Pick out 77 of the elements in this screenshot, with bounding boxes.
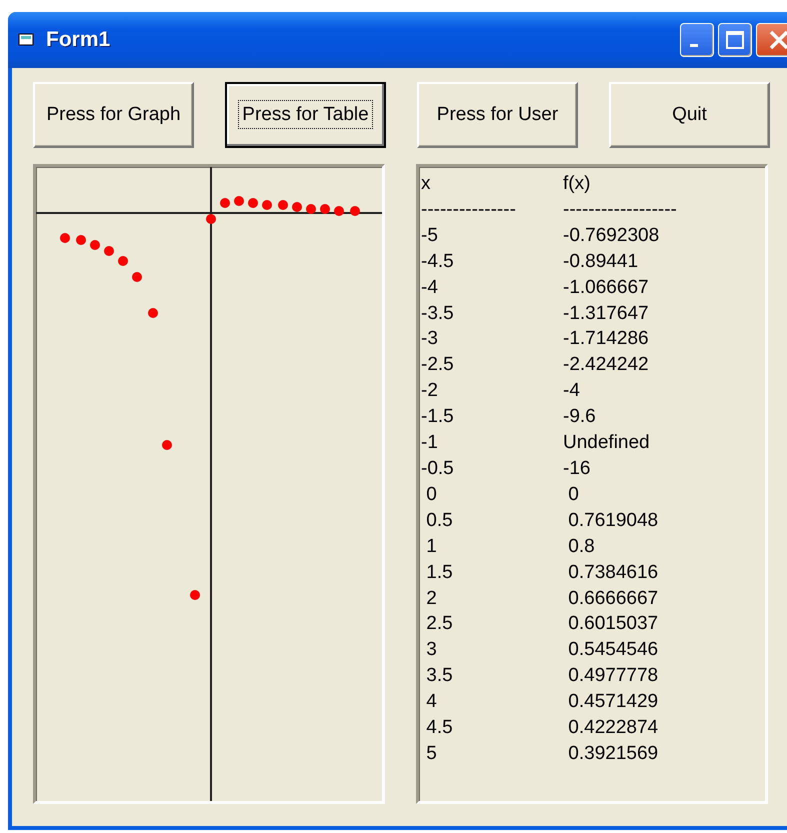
close-icon <box>767 28 787 52</box>
table-cell-text: 4.5 <box>425 716 454 740</box>
table-cell-text: 0.7384616 <box>567 560 658 585</box>
dashed-separator: --------------- <box>421 198 517 222</box>
maximize-button[interactable] <box>718 23 752 57</box>
data-point <box>148 308 158 318</box>
data-point <box>162 440 172 450</box>
table-cell-text: -0.89441 <box>563 250 638 274</box>
dashed-separator: ------------------ <box>563 198 677 222</box>
data-point <box>118 256 128 266</box>
column-header: f(x) <box>563 172 590 196</box>
table-cell-text: -5 <box>421 224 439 248</box>
data-point <box>306 204 316 214</box>
data-point <box>76 235 86 245</box>
data-point <box>292 202 302 212</box>
table-cell-text: 0.6015037 <box>567 612 658 636</box>
data-point <box>90 240 100 250</box>
data-point <box>104 246 114 256</box>
data-point <box>132 272 142 282</box>
form-icon <box>18 32 36 48</box>
table-cell-text: -1 <box>421 431 439 456</box>
table-cell-text: 0.4571429 <box>567 690 658 714</box>
table-cell-text: -16 <box>563 456 590 481</box>
table-cell-text: -1.317647 <box>563 302 649 326</box>
table-cell-text: -2.5 <box>421 353 455 378</box>
data-point <box>234 196 244 206</box>
table-cell-text: 0.4222874 <box>567 716 658 740</box>
data-point <box>320 204 330 214</box>
table-cell-text: -2.424242 <box>563 353 649 378</box>
table-cell-text: 0.8 <box>567 534 595 559</box>
command-button[interactable]: Press for User <box>417 82 578 148</box>
data-point <box>220 198 230 208</box>
table-cell-text: 0.5 <box>425 508 454 533</box>
table-cell-text: 3.5 <box>425 664 454 688</box>
table-cell-text: -1.5 <box>421 405 455 430</box>
table-cell-text: 0.6666667 <box>567 586 658 610</box>
maximize-icon <box>725 30 745 50</box>
table-cell-text: -3.5 <box>421 302 455 326</box>
data-point <box>334 206 344 216</box>
table-cell-text: 3 <box>425 638 438 662</box>
command-button[interactable]: Press for Graph <box>33 82 194 148</box>
table-cell-text: 1.5 <box>425 560 454 585</box>
table-cell-text: -1.066667 <box>563 276 649 300</box>
table-cell-text: Undefined <box>563 431 650 456</box>
data-point <box>262 200 272 210</box>
command-button[interactable]: Press for Table <box>225 82 386 148</box>
table-cell-text: -3 <box>421 327 439 352</box>
table-cell-text: 2 <box>425 586 438 610</box>
table-cell-text: 0.7619048 <box>567 508 658 533</box>
command-button[interactable]: Quit <box>609 82 770 148</box>
data-point <box>248 198 258 208</box>
table-cell-text: 0.5454546 <box>567 638 658 662</box>
table-cell-text: 0.3921569 <box>567 742 658 766</box>
table-cell-text: -1.714286 <box>563 327 649 352</box>
window-title: Form1 <box>46 28 112 52</box>
data-point <box>190 590 200 600</box>
table-cell-text: 4 <box>425 690 438 714</box>
table-cell-text: 2.5 <box>425 612 454 636</box>
table-cell-text: -4 <box>563 379 580 404</box>
data-point <box>350 206 360 216</box>
table-cell-text: -4.5 <box>421 250 455 274</box>
table-cell-text: 0.4977778 <box>567 664 658 688</box>
table-cell-text: -0.7692308 <box>563 224 660 248</box>
data-point <box>278 200 288 210</box>
minimize-button[interactable] <box>680 23 714 57</box>
minimize-icon <box>690 44 698 47</box>
table-cell-text: -4 <box>421 276 439 300</box>
table-cell-text: 1 <box>425 534 438 559</box>
table-cell-text: 0 <box>425 482 438 507</box>
table-cell-text: 0 <box>567 482 579 507</box>
table-cell-text: -2 <box>421 379 439 404</box>
data-point <box>206 214 216 224</box>
table-cell-text: -0.5 <box>421 456 455 481</box>
table-cell-text: -9.6 <box>563 405 596 430</box>
table-cell-text: 5 <box>425 742 438 766</box>
data-point <box>60 233 70 243</box>
column-header: x <box>421 172 432 196</box>
